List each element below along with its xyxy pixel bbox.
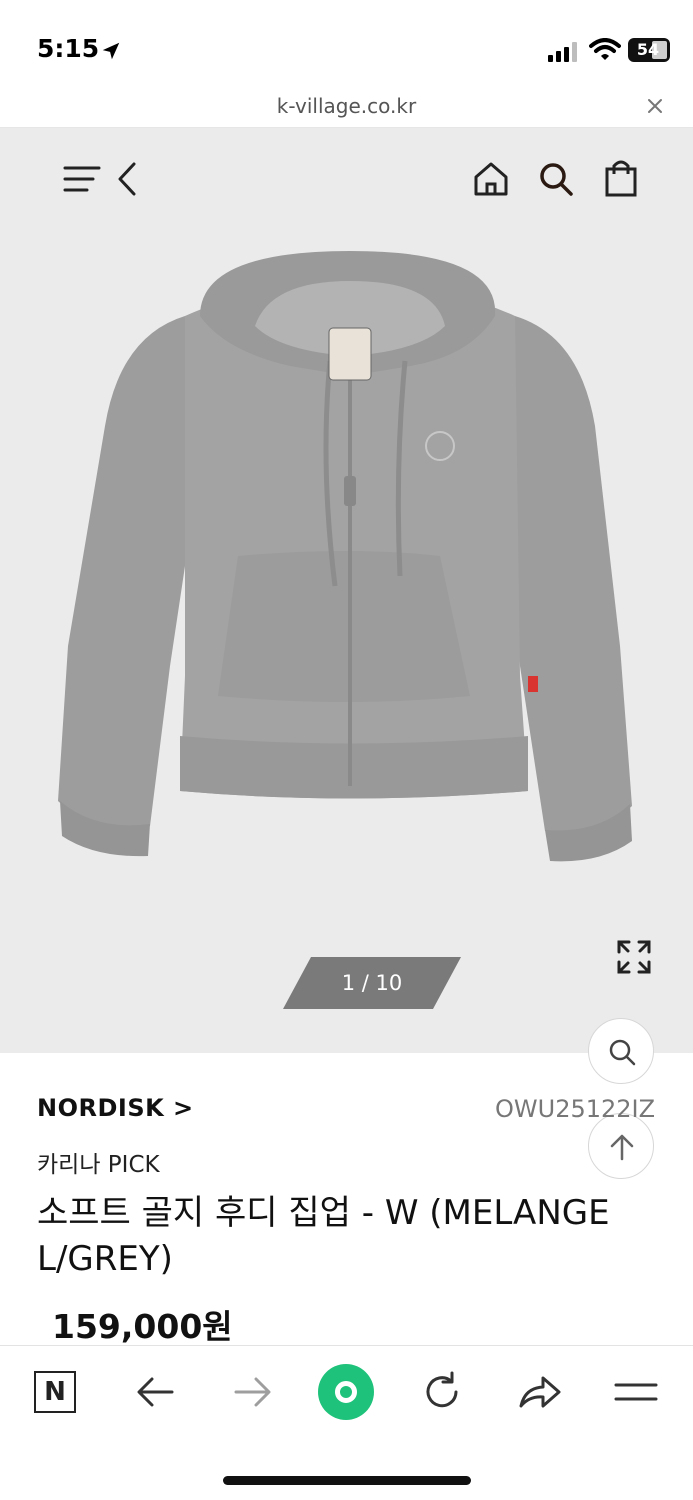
- product-title: 소프트 골지 후디 집업 - W (MELANGE L/GREY): [37, 1193, 610, 1279]
- product-gallery[interactable]: 1 / 10: [0, 128, 693, 1053]
- status-time: 5:15: [37, 34, 100, 63]
- browser-url-bar[interactable]: k-village.co.kr: [0, 90, 693, 128]
- product-image[interactable]: [50, 246, 650, 946]
- floating-search-button[interactable]: [588, 1018, 654, 1084]
- image-counter: 1 / 10: [283, 957, 461, 1009]
- battery-icon: 54: [628, 38, 670, 62]
- menu-icon[interactable]: [62, 163, 102, 195]
- close-icon[interactable]: [645, 96, 665, 116]
- home-icon[interactable]: [472, 160, 510, 198]
- shopping-bag-icon[interactable]: [603, 158, 639, 198]
- expand-icon[interactable]: [615, 938, 653, 976]
- battery-level: 54: [636, 40, 660, 59]
- image-counter-text: 1 / 10: [341, 971, 403, 995]
- wifi-icon: [589, 38, 621, 60]
- green-home-icon[interactable]: [318, 1364, 374, 1420]
- search-icon: [609, 1039, 636, 1066]
- product-price: 159,000원: [52, 1307, 233, 1346]
- green-home-dot: [335, 1381, 357, 1403]
- signal-bars-icon: [548, 42, 577, 62]
- location-arrow-icon: [102, 42, 120, 60]
- arrow-up-icon: [610, 1134, 634, 1161]
- pick-tag: 카리나 PICK: [37, 1152, 160, 1178]
- hamburger-icon[interactable]: [612, 1368, 660, 1416]
- brand-link[interactable]: NORDISK >: [37, 1094, 194, 1122]
- back-chevron-icon[interactable]: [114, 160, 140, 198]
- share-icon[interactable]: [515, 1368, 563, 1416]
- product-code: OWU25122IZ: [495, 1095, 656, 1123]
- arrow-right-icon[interactable]: [228, 1368, 276, 1416]
- arrow-left-icon[interactable]: [132, 1368, 180, 1416]
- url-text[interactable]: k-village.co.kr: [0, 94, 693, 118]
- reload-icon[interactable]: [418, 1368, 466, 1416]
- search-icon[interactable]: [537, 160, 575, 198]
- status-bar: 5:15 54: [0, 0, 693, 90]
- naver-n-button[interactable]: N: [34, 1371, 76, 1413]
- naver-n-icon: N: [44, 1377, 66, 1407]
- home-indicator[interactable]: [223, 1476, 471, 1485]
